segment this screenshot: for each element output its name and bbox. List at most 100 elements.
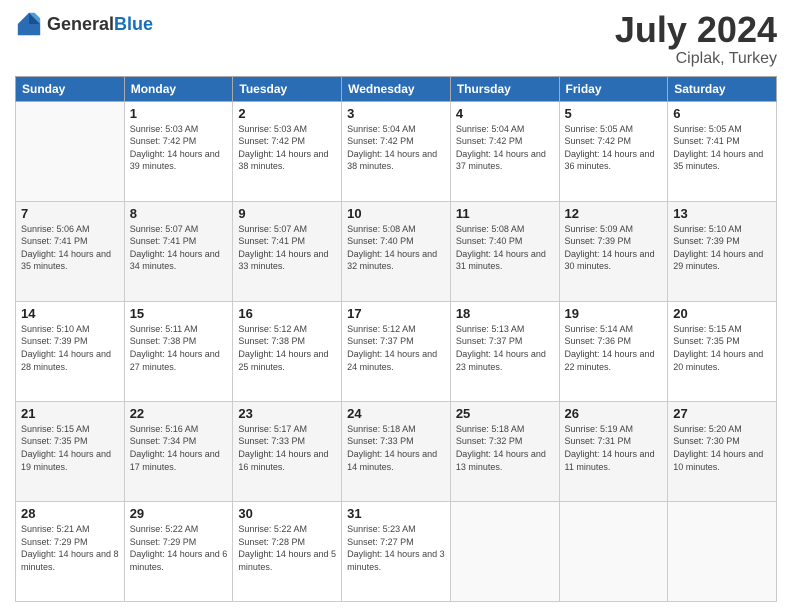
day-info: Sunrise: 5:18 AMSunset: 7:32 PMDaylight:… [456,423,554,473]
day-info: Sunrise: 5:13 AMSunset: 7:37 PMDaylight:… [456,323,554,373]
day-number: 23 [238,406,336,421]
calendar-cell: 17 Sunrise: 5:12 AMSunset: 7:37 PMDayligh… [342,301,451,401]
calendar-cell: 6 Sunrise: 5:05 AMSunset: 7:41 PMDaylight… [668,101,777,201]
day-number: 4 [456,106,554,121]
calendar-cell: 12Sunrise: 5:09 AMSunset: 7:39 PMDayligh… [559,201,668,301]
day-info: Sunrise: 5:22 AMSunset: 7:29 PMDaylight:… [130,523,228,573]
day-info: Sunrise: 5:05 AMSunset: 7:41 PMDaylight:… [673,123,771,173]
day-number: 6 [673,106,771,121]
logo-text-blue: Blue [114,14,153,34]
day-info: Sunrise: 5:05 AMSunset: 7:42 PMDaylight:… [565,123,663,173]
day-number: 18 [456,306,554,321]
day-number: 10 [347,206,445,221]
calendar-week-row: 28Sunrise: 5:21 AMSunset: 7:29 PMDayligh… [16,501,777,601]
calendar-cell [668,501,777,601]
day-info: Sunrise: 5:03 AMSunset: 7:42 PMDaylight:… [130,123,228,173]
day-number: 3 [347,106,445,121]
day-number: 8 [130,206,228,221]
day-number: 24 [347,406,445,421]
day-info: Sunrise: 5:15 AMSunset: 7:35 PMDaylight:… [673,323,771,373]
day-info: Sunrise: 5:07 AMSunset: 7:41 PMDaylight:… [238,223,336,273]
day-number: 21 [21,406,119,421]
calendar-cell: 23 Sunrise: 5:17 AMSunset: 7:33 PMDayligh… [233,401,342,501]
day-number: 29 [130,506,228,521]
day-info: Sunrise: 5:19 AMSunset: 7:31 PMDaylight:… [565,423,663,473]
title-location: Ciplak, Turkey [615,50,777,68]
calendar-cell: 4 Sunrise: 5:04 AMSunset: 7:42 PMDaylight… [450,101,559,201]
day-info: Sunrise: 5:17 AMSunset: 7:33 PMDaylight:… [238,423,336,473]
day-number: 7 [21,206,119,221]
day-info: Sunrise: 5:06 AMSunset: 7:41 PMDaylight:… [21,223,119,273]
day-number: 11 [456,206,554,221]
calendar-cell [450,501,559,601]
day-info: Sunrise: 5:07 AMSunset: 7:41 PMDaylight:… [130,223,228,273]
day-number: 9 [238,206,336,221]
calendar-cell: 21 Sunrise: 5:15 AMSunset: 7:35 PMDayligh… [16,401,125,501]
calendar-cell: 5 Sunrise: 5:05 AMSunset: 7:42 PMDaylight… [559,101,668,201]
day-info: Sunrise: 5:20 AMSunset: 7:30 PMDaylight:… [673,423,771,473]
day-info: Sunrise: 5:23 AMSunset: 7:27 PMDaylight:… [347,523,445,573]
logo-text-general: General [47,14,114,34]
day-info: Sunrise: 5:12 AMSunset: 7:37 PMDaylight:… [347,323,445,373]
day-number: 17 [347,306,445,321]
calendar-week-row: 14Sunrise: 5:10 AMSunset: 7:39 PMDayligh… [16,301,777,401]
title-block: July 2024 Ciplak, Turkey [615,10,777,68]
calendar-cell: 19 Sunrise: 5:14 AMSunset: 7:36 PMDayligh… [559,301,668,401]
calendar-header-friday: Friday [559,76,668,101]
day-info: Sunrise: 5:08 AMSunset: 7:40 PMDaylight:… [347,223,445,273]
calendar-cell: 31 Sunrise: 5:23 AMSunset: 7:27 PMDayligh… [342,501,451,601]
day-number: 22 [130,406,228,421]
day-number: 15 [130,306,228,321]
day-number: 12 [565,206,663,221]
calendar-cell: 7 Sunrise: 5:06 AMSunset: 7:41 PMDaylight… [16,201,125,301]
day-info: Sunrise: 5:10 AMSunset: 7:39 PMDaylight:… [673,223,771,273]
calendar-cell: 16Sunrise: 5:12 AMSunset: 7:38 PMDayligh… [233,301,342,401]
calendar-cell: 27 Sunrise: 5:20 AMSunset: 7:30 PMDayligh… [668,401,777,501]
calendar-cell: 22Sunrise: 5:16 AMSunset: 7:34 PMDayligh… [124,401,233,501]
calendar-header-sunday: Sunday [16,76,125,101]
calendar-header-row: SundayMondayTuesdayWednesdayThursdayFrid… [16,76,777,101]
calendar-cell: 25Sunrise: 5:18 AMSunset: 7:32 PMDayligh… [450,401,559,501]
title-month: July 2024 [615,10,777,50]
day-number: 19 [565,306,663,321]
calendar-header-monday: Monday [124,76,233,101]
calendar-cell: 20Sunrise: 5:15 AMSunset: 7:35 PMDayligh… [668,301,777,401]
calendar-cell: 29 Sunrise: 5:22 AMSunset: 7:29 PMDayligh… [124,501,233,601]
logo: GeneralBlue [15,10,153,38]
day-number: 30 [238,506,336,521]
calendar-header-saturday: Saturday [668,76,777,101]
calendar-cell: 13 Sunrise: 5:10 AMSunset: 7:39 PMDayligh… [668,201,777,301]
calendar-cell: 10 Sunrise: 5:08 AMSunset: 7:40 PMDayligh… [342,201,451,301]
day-info: Sunrise: 5:04 AMSunset: 7:42 PMDaylight:… [456,123,554,173]
calendar-cell: 3 Sunrise: 5:04 AMSunset: 7:42 PMDaylight… [342,101,451,201]
day-info: Sunrise: 5:08 AMSunset: 7:40 PMDaylight:… [456,223,554,273]
day-info: Sunrise: 5:22 AMSunset: 7:28 PMDaylight:… [238,523,336,573]
day-info: Sunrise: 5:14 AMSunset: 7:36 PMDaylight:… [565,323,663,373]
calendar-cell: 2Sunrise: 5:03 AMSunset: 7:42 PMDaylight… [233,101,342,201]
calendar-cell: 15Sunrise: 5:11 AMSunset: 7:38 PMDayligh… [124,301,233,401]
day-number: 26 [565,406,663,421]
calendar-header-tuesday: Tuesday [233,76,342,101]
day-info: Sunrise: 5:15 AMSunset: 7:35 PMDaylight:… [21,423,119,473]
day-info: Sunrise: 5:12 AMSunset: 7:38 PMDaylight:… [238,323,336,373]
day-number: 27 [673,406,771,421]
calendar-cell [559,501,668,601]
calendar-cell: 11 Sunrise: 5:08 AMSunset: 7:40 PMDayligh… [450,201,559,301]
calendar-cell: 8 Sunrise: 5:07 AMSunset: 7:41 PMDaylight… [124,201,233,301]
logo-icon [15,10,43,38]
calendar-cell: 24Sunrise: 5:18 AMSunset: 7:33 PMDayligh… [342,401,451,501]
calendar-cell: 1Sunrise: 5:03 AMSunset: 7:42 PMDaylight… [124,101,233,201]
header: GeneralBlue July 2024 Ciplak, Turkey [15,10,777,68]
day-info: Sunrise: 5:04 AMSunset: 7:42 PMDaylight:… [347,123,445,173]
day-number: 13 [673,206,771,221]
day-number: 31 [347,506,445,521]
day-number: 2 [238,106,336,121]
calendar-header-thursday: Thursday [450,76,559,101]
calendar-week-row: 21 Sunrise: 5:15 AMSunset: 7:35 PMDayligh… [16,401,777,501]
calendar-table: SundayMondayTuesdayWednesdayThursdayFrid… [15,76,777,602]
calendar-cell: 9 Sunrise: 5:07 AMSunset: 7:41 PMDaylight… [233,201,342,301]
day-number: 28 [21,506,119,521]
calendar-cell: 28Sunrise: 5:21 AMSunset: 7:29 PMDayligh… [16,501,125,601]
page: GeneralBlue July 2024 Ciplak, Turkey Sun… [0,0,792,612]
day-number: 5 [565,106,663,121]
